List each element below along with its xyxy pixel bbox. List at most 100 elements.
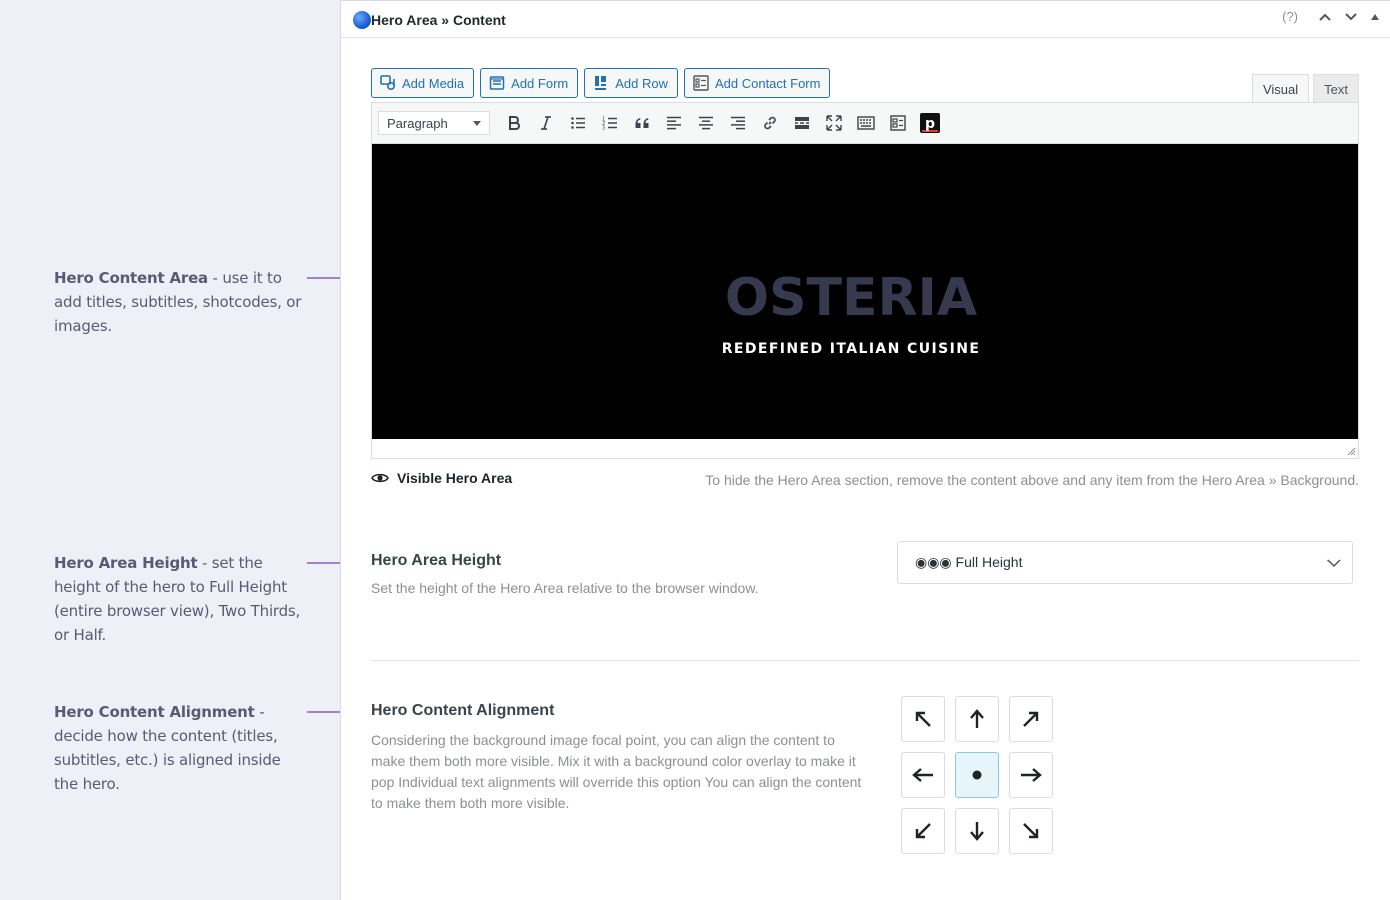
- link-button[interactable]: [754, 108, 786, 138]
- hero-area-height-select[interactable]: ◉◉◉ Full Height: [897, 541, 1353, 584]
- align-middle-right-button[interactable]: [1009, 752, 1053, 798]
- link-icon: [764, 116, 776, 130]
- add-row-button[interactable]: Add Row: [584, 68, 678, 98]
- content-editor: Paragraph 123 p OSTERIA REDEFINED ITALIA…: [371, 102, 1359, 459]
- align-left-icon: [667, 116, 681, 130]
- numbered-list-icon: 123: [602, 117, 617, 132]
- tab-visual[interactable]: Visual: [1251, 74, 1310, 103]
- blockquote-icon: [635, 118, 649, 128]
- blockquote-button[interactable]: [626, 108, 658, 138]
- annotation-hero-content-alignment: Hero Content Alignment - decide how the …: [54, 700, 304, 796]
- align-center-button[interactable]: [690, 108, 722, 138]
- align-bottom-left-button[interactable]: [901, 808, 945, 854]
- align-right-icon: [731, 116, 745, 130]
- bullet-list-icon: [571, 117, 585, 129]
- annotation-title: Hero Content Alignment: [54, 703, 255, 721]
- visible-hero-area-status: Visible Hero Area: [371, 470, 512, 486]
- add-contact-form-label: Add Contact Form: [714, 75, 821, 91]
- hero-title: OSTERIA: [724, 268, 978, 328]
- globe-icon: [353, 11, 371, 29]
- metabox-title-text: Hero Area » Content: [371, 12, 506, 28]
- arrow-up-left-icon: [915, 711, 931, 727]
- move-up-icon[interactable]: [1318, 12, 1332, 22]
- media-buttons: Add Media Add Form Add Row Add Contact F…: [371, 68, 831, 98]
- fullscreen-icon: [826, 115, 842, 131]
- chevron-down-icon: [1326, 559, 1341, 568]
- add-media-button[interactable]: Add Media: [371, 68, 475, 98]
- annotation-hero-area-height: Hero Area Height - set the height of the…: [54, 551, 304, 647]
- toolbar-toggle-button[interactable]: [850, 108, 882, 138]
- media-icon: [380, 75, 396, 91]
- section-divider: [371, 660, 1359, 661]
- read-more-icon: [795, 117, 809, 129]
- hero-content-alignment-description: Considering the background image focal p…: [371, 732, 862, 811]
- hero-content-metabox: Hero Area » Content (?) Add Media Add Fo…: [340, 0, 1390, 900]
- shortcode-icon: [890, 115, 906, 131]
- align-top-center-button[interactable]: [955, 696, 999, 742]
- resize-handle-icon[interactable]: [1346, 446, 1356, 456]
- hero-area-height-description: Set the height of the Hero Area relative…: [371, 580, 759, 596]
- contact-form-icon: [693, 75, 709, 91]
- svg-text:p: p: [925, 116, 935, 132]
- arrow-down-right-icon: [1023, 823, 1039, 839]
- dot-icon: [972, 770, 982, 780]
- hero-area-height-value: ◉◉◉ Full Height: [915, 554, 1023, 570]
- align-middle-center-button[interactable]: [955, 752, 999, 798]
- svg-text:3: 3: [602, 126, 605, 132]
- editor-toolbar: Paragraph 123 p: [372, 103, 1358, 144]
- tab-text[interactable]: Text: [1313, 74, 1359, 103]
- visible-hero-area-label: Visible Hero Area: [397, 470, 513, 486]
- align-bottom-center-button[interactable]: [955, 808, 999, 854]
- align-top-left-button[interactable]: [901, 696, 945, 742]
- annotation-title: Hero Area Height: [54, 554, 198, 572]
- align-center-icon: [699, 116, 713, 130]
- metabox-header: Hero Area » Content (?): [341, 0, 1390, 38]
- italic-icon: [541, 116, 551, 130]
- metabox-title: Hero Area » Content: [353, 11, 506, 29]
- visible-hero-area-hint: To hide the Hero Area section, remove th…: [705, 472, 1359, 488]
- row-icon: [593, 75, 609, 91]
- hero-area-height-title: Hero Area Height: [371, 552, 502, 569]
- bold-icon: [509, 116, 520, 130]
- align-bottom-right-button[interactable]: [1009, 808, 1053, 854]
- caret-down-icon: [473, 120, 481, 126]
- bold-button[interactable]: [498, 108, 530, 138]
- arrow-left-icon: [912, 768, 933, 782]
- italic-button[interactable]: [530, 108, 562, 138]
- annotation-title: Hero Content Area: [54, 269, 208, 287]
- shortcode-button[interactable]: [882, 108, 914, 138]
- pixelgrade-icon: p: [920, 113, 940, 133]
- format-select-value: Paragraph: [387, 115, 448, 131]
- align-left-button[interactable]: [658, 108, 690, 138]
- hero-subtitle: REDEFINED ITALIAN CUISINE: [721, 341, 981, 357]
- arrow-right-icon: [1021, 768, 1042, 782]
- align-middle-left-button[interactable]: [901, 752, 945, 798]
- fullscreen-button[interactable]: [818, 108, 850, 138]
- hero-preview[interactable]: OSTERIA REDEFINED ITALIAN CUISINE: [372, 144, 1358, 439]
- form-icon: [489, 75, 505, 91]
- editor-tabs: Visual Text: [1251, 74, 1359, 103]
- add-form-button[interactable]: Add Form: [480, 68, 579, 98]
- pixelgrade-button[interactable]: p: [914, 108, 946, 138]
- eye-icon: [371, 473, 389, 483]
- align-top-right-button[interactable]: [1009, 696, 1053, 742]
- move-down-icon[interactable]: [1344, 12, 1358, 22]
- bullet-list-button[interactable]: [562, 108, 594, 138]
- hero-content-alignment-title: Hero Content Alignment: [371, 702, 555, 719]
- help-button[interactable]: (?): [1282, 9, 1298, 24]
- numbered-list-button[interactable]: 123: [594, 108, 626, 138]
- alignment-grid: [901, 696, 1053, 854]
- metabox-header-tools: (?): [1282, 9, 1380, 24]
- add-row-label: Add Row: [615, 75, 668, 91]
- read-more-button[interactable]: [786, 108, 818, 138]
- format-select[interactable]: Paragraph: [378, 111, 490, 135]
- align-right-button[interactable]: [722, 108, 754, 138]
- arrow-down-icon: [970, 822, 984, 841]
- add-media-label: Add Media: [402, 75, 465, 91]
- add-contact-form-button[interactable]: Add Contact Form: [683, 68, 831, 98]
- collapse-toggle-icon[interactable]: [1370, 13, 1380, 21]
- arrow-up-right-icon: [1023, 711, 1039, 727]
- arrow-up-icon: [970, 709, 984, 728]
- add-form-label: Add Form: [511, 75, 569, 91]
- toolbar-toggle-icon: [857, 116, 875, 130]
